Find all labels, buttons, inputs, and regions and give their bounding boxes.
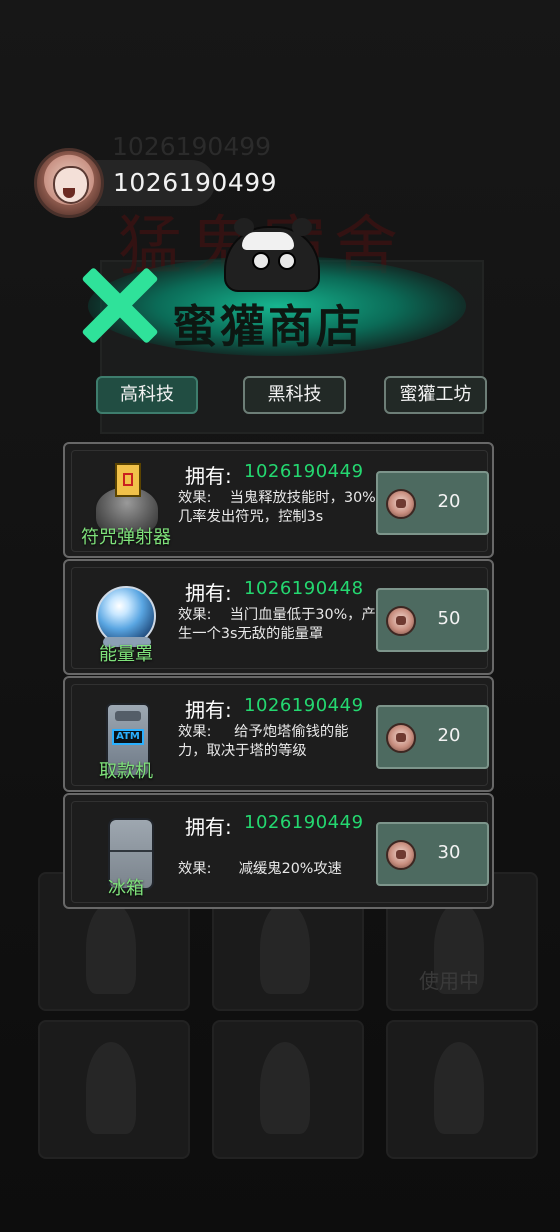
coin-balance-value: 1026190499 (113, 168, 278, 197)
price-value: 30 (437, 842, 461, 863)
atm-screen-label: ATM (112, 729, 144, 745)
owned-value: 1026190449 (244, 812, 364, 833)
coin-icon (386, 606, 416, 636)
honey-badger-coin-icon (34, 148, 104, 218)
buy-button[interactable]: 20 (376, 705, 489, 769)
buy-button[interactable]: 20 (376, 471, 489, 535)
effect-text: 减缓鬼20%攻速 (238, 861, 342, 877)
owned-value: 1026190448 (244, 578, 364, 599)
owned-label: 拥有: (185, 698, 232, 722)
item-name: 取款机 (99, 761, 153, 782)
price-value: 20 (437, 491, 461, 512)
tab-black-tech[interactable]: 黑科技 (243, 376, 346, 414)
background-character-card (386, 1020, 538, 1159)
shop-title: 蜜獾商店 (172, 300, 365, 353)
owned-label: 拥有: (185, 464, 232, 488)
coin-icon (386, 489, 416, 519)
owned-value: 1026190449 (244, 695, 364, 716)
shop-item-energy-shield: 能量罩 拥有: 1026190448 效果: 当门血量低于30%，产生一个3s无… (63, 559, 494, 675)
shop-item-fridge: 冰箱 拥有: 1026190449 效果: 减缓鬼20%攻速 30 (63, 793, 494, 909)
owned-label: 拥有: (185, 581, 232, 605)
coin-icon (386, 723, 416, 753)
effect-description: 效果: 减缓鬼20%攻速 (178, 860, 376, 879)
price-value: 50 (437, 608, 461, 629)
item-name: 能量罩 (99, 644, 153, 665)
buy-button[interactable]: 50 (376, 588, 489, 652)
coin-icon (386, 840, 416, 870)
buy-button[interactable]: 30 (376, 822, 489, 886)
effect-label: 效果: (178, 607, 212, 623)
effect-description: 效果: 给予炮塔偷钱的能力，取决于塔的等级 (178, 723, 376, 761)
effect-label: 效果: (178, 724, 212, 740)
background-faint-id: 1026190499 (112, 132, 272, 161)
tab-high-tech[interactable]: 高科技 (96, 376, 198, 414)
shop-item-talisman-launcher: 符咒弹射器 拥有: 1026190449 效果: 当鬼释放技能时，30%几率发出… (63, 442, 494, 558)
effect-description: 效果: 当鬼释放技能时，30%几率发出符咒，控制3s (178, 489, 376, 527)
owned-label: 拥有: (185, 815, 232, 839)
effect-label: 效果: (178, 861, 212, 877)
background-character-card (38, 1020, 190, 1159)
item-name: 符咒弹射器 (81, 527, 171, 548)
close-icon[interactable] (78, 264, 160, 346)
owned-value: 1026190449 (244, 461, 364, 482)
shop-item-atm: ATM 取款机 拥有: 1026190449 效果: 给予炮塔偷钱的能力，取决于… (63, 676, 494, 792)
price-value: 20 (437, 725, 461, 746)
tab-badger-workshop[interactable]: 蜜獾工坊 (384, 376, 487, 414)
effect-description: 效果: 当门血量低于30%，产生一个3s无敌的能量罩 (178, 606, 376, 644)
background-in-use-label: 使用中 (419, 969, 479, 993)
effect-label: 效果: (178, 490, 212, 506)
item-name: 冰箱 (108, 878, 144, 899)
background-character-card (212, 1020, 364, 1159)
